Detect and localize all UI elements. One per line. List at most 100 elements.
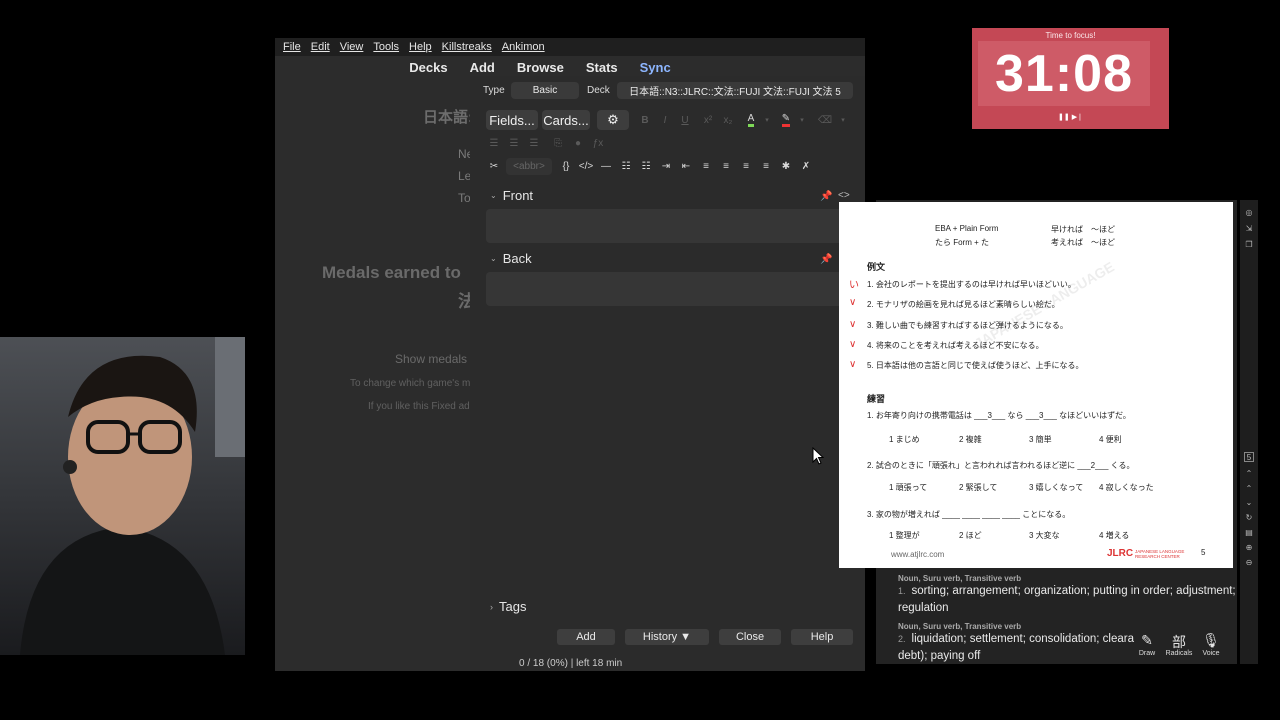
timer-controls[interactable]: ❚❚ ▶❘ <box>972 113 1169 121</box>
note-type-button[interactable]: Basic <box>511 82 579 99</box>
text-color-icon[interactable]: A <box>743 112 759 128</box>
clear-format-icon[interactable]: ✗ <box>798 158 814 174</box>
chevron-up-icon[interactable]: ⌃ <box>1244 483 1254 493</box>
timer-label: Time to focus! <box>1045 31 1096 40</box>
practice-option: 2 ほど <box>959 531 982 540</box>
magic-icon[interactable]: ✱ <box>778 158 794 174</box>
sync-link[interactable]: Sync <box>640 60 671 75</box>
underline-icon[interactable]: U <box>677 112 693 128</box>
bullet-list-icon[interactable]: ☰ <box>486 135 502 151</box>
browse-link[interactable]: Browse <box>517 60 564 75</box>
front-label-text: Front <box>502 188 534 203</box>
menu-killstreaks[interactable]: Killstreaks <box>442 41 492 53</box>
export-icon[interactable]: ⇲ <box>1244 223 1254 233</box>
tags-section[interactable]: › Tags <box>490 599 526 614</box>
custom-style-icon[interactable]: ✂ <box>486 158 502 174</box>
example-sentence: 2. モナリザの絵画を見れば見るほど素晴らしい絵だ。 <box>867 300 1060 309</box>
justify-icon[interactable]: ≡ <box>758 158 774 174</box>
add-link[interactable]: Add <box>470 60 495 75</box>
practice-question: 3. 家の物が増えれば ____ ____ ____ ____ ことになる。 <box>867 510 1071 519</box>
align-left-icon[interactable]: ≡ <box>718 158 734 174</box>
back-field-label[interactable]: ⌄ Back <box>490 251 532 266</box>
menu-view[interactable]: View <box>340 41 364 53</box>
deck-button[interactable]: 日本語::N3::JLRC::文法::FUJI 文法::FUJI 文法 5 <box>617 82 853 99</box>
outdent-icon[interactable]: ⇤ <box>678 158 694 174</box>
menu-file[interactable]: File <box>283 41 301 53</box>
copy-icon[interactable]: ❐ <box>1244 239 1254 249</box>
practice-option: 2 緊張して <box>959 483 998 492</box>
draw-button[interactable]: ✎ Draw <box>1134 632 1160 664</box>
medals-heading: Medals earned to <box>322 263 461 282</box>
gear-icon: ⚙ <box>607 112 619 127</box>
highlight-dropdown-icon[interactable]: ▾ <box>794 112 810 128</box>
fields-button[interactable]: Fields... <box>486 110 538 130</box>
html-editor-toggle-icon[interactable]: <> <box>838 190 850 201</box>
decks-link[interactable]: Decks <box>409 60 447 75</box>
pattern-left-2: たら Form + た <box>935 238 990 247</box>
pin-icon[interactable]: 📌 <box>820 191 832 202</box>
align-right-icon[interactable]: ≡ <box>738 158 754 174</box>
highlight-color-icon[interactable]: ✎ <box>778 112 794 128</box>
menu-tools[interactable]: Tools <box>373 41 399 53</box>
voice-button[interactable]: 🎙 Voice <box>1198 632 1224 664</box>
align-icon[interactable]: ☰ <box>526 135 542 151</box>
add-card-dialog: Type Basic Deck 日本語::N3::JLRC::文法::FUJI … <box>470 76 865 671</box>
collapse-chevron-icon[interactable]: ⌄ <box>490 191 497 200</box>
stats-link[interactable]: Stats <box>586 60 618 75</box>
expand-chevron-icon[interactable]: › <box>490 602 493 612</box>
eraser-dropdown-icon[interactable]: ▾ <box>835 112 851 128</box>
type-label: Type <box>483 85 505 96</box>
document-icon[interactable]: ▤ <box>1244 527 1254 537</box>
history-button[interactable]: History ▼ <box>625 629 709 645</box>
refresh-icon[interactable]: ↻ <box>1244 512 1254 522</box>
example-sentence: 4. 将来のことを考えれば考えるほど不安になる。 <box>867 341 1044 350</box>
close-button[interactable]: Close <box>719 629 781 645</box>
example-sentence: 1. 会社のレポートを提出するのは早ければ早いほどいい。 <box>867 280 1076 289</box>
check-mark: ∨ <box>849 319 857 330</box>
practice-option: 3 嬉しくなって <box>1029 483 1084 492</box>
abbr-button[interactable]: <abbr> <box>506 158 552 175</box>
code-icon[interactable]: </> <box>578 158 594 174</box>
practice-option: 1 整理が <box>889 531 920 540</box>
page-indicator-icon[interactable]: 5 <box>1244 452 1254 462</box>
braces-icon[interactable]: {} <box>558 158 574 174</box>
jlrc-logo: JLRC <box>1107 548 1134 559</box>
eraser-icon[interactable]: ⌫ <box>817 112 833 128</box>
indent-icon[interactable]: ⇥ <box>658 158 674 174</box>
text-color-dropdown-icon[interactable]: ▾ <box>759 112 775 128</box>
pattern-right-1: 早ければ ～ほど <box>1051 225 1115 234</box>
math-icon[interactable]: ƒx <box>590 135 606 151</box>
numbered-list-icon[interactable]: ☰ <box>506 135 522 151</box>
pin-icon[interactable]: 📌 <box>820 254 832 265</box>
collapse-chevron-icon[interactable]: ⌄ <box>490 254 497 263</box>
add-button[interactable]: Add <box>557 629 615 645</box>
ordered-list-icon[interactable]: ☷ <box>638 158 654 174</box>
radicals-button[interactable]: 部 Radicals <box>1166 632 1193 664</box>
zoom-out-icon[interactable]: ⊖ <box>1244 557 1254 567</box>
check-mark: い <box>849 280 859 291</box>
bold-icon[interactable]: B <box>637 112 653 128</box>
unordered-list-icon[interactable]: ☷ <box>618 158 634 174</box>
attach-icon[interactable]: ⎘ <box>550 135 566 151</box>
front-field-input[interactable] <box>486 209 846 243</box>
main-toolbar: Decks Add Browse Stats Sync <box>275 56 865 78</box>
help-button[interactable]: Help <box>791 629 853 645</box>
horizontal-rule-icon[interactable]: — <box>598 158 614 174</box>
focus-timer: Time to focus! 31:08 ❚❚ ▶❘ <box>972 28 1169 129</box>
back-field-input[interactable] <box>486 272 846 306</box>
menu-help[interactable]: Help <box>409 41 432 53</box>
settings-gear-button[interactable]: ⚙ <box>597 110 629 130</box>
menu-edit[interactable]: Edit <box>311 41 330 53</box>
cards-button[interactable]: Cards... <box>542 110 590 130</box>
zoom-in-icon[interactable]: ⊕ <box>1244 542 1254 552</box>
superscript-icon[interactable]: x² <box>700 112 716 128</box>
settings-icon[interactable]: ◎ <box>1244 207 1254 217</box>
chevron-up-icon[interactable]: ⌃ <box>1244 468 1254 478</box>
menu-ankimon[interactable]: Ankimon <box>502 41 545 53</box>
subscript-icon[interactable]: x₂ <box>720 112 736 128</box>
front-field-label[interactable]: ⌄ Front <box>490 188 533 203</box>
record-audio-icon[interactable]: ● <box>570 135 586 151</box>
align-center-icon[interactable]: ≡ <box>698 158 714 174</box>
chevron-down-icon[interactable]: ⌄ <box>1244 497 1254 507</box>
italic-icon[interactable]: I <box>657 112 673 128</box>
